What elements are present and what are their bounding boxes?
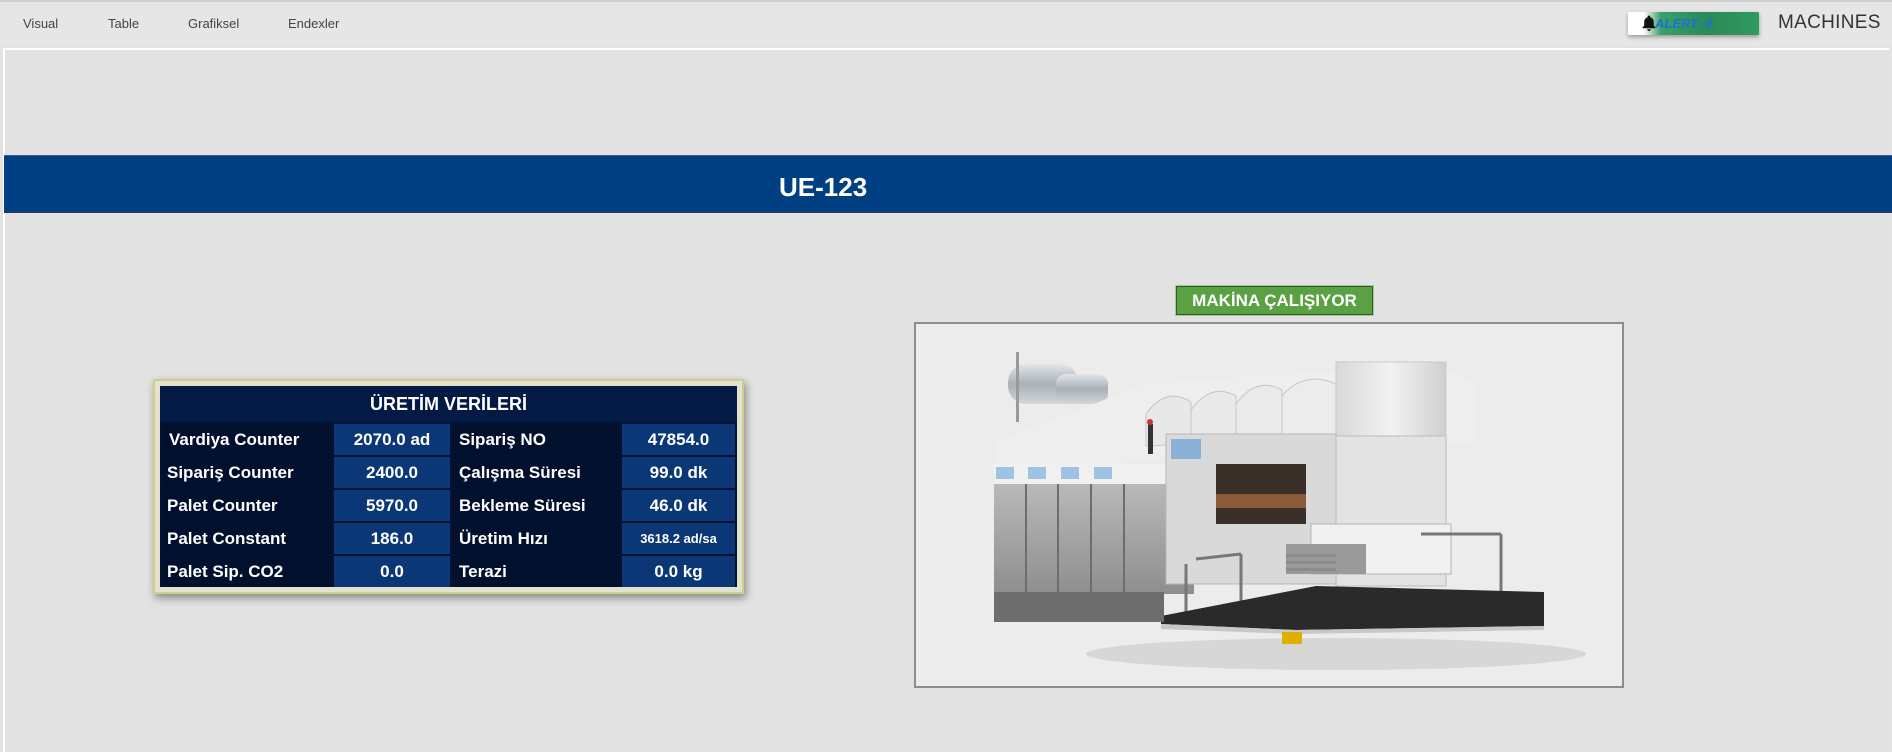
row-1-value-2: 47854.0 — [622, 424, 735, 455]
row-1-value-1: 2070.0 ad — [334, 424, 450, 455]
machine-title-band: UE-123 — [4, 155, 1892, 213]
row-3-value-1: 5970.0 — [334, 490, 450, 521]
row-2-label-2: Çalışma Süresi — [452, 457, 620, 488]
row-5-label-2: Terazi — [452, 556, 620, 587]
row-1-label-2: Sipariş NO — [452, 424, 620, 455]
top-navigation-bar: Visual Table Grafiksel Endexler ALERT: 0… — [0, 0, 1892, 45]
row-3-label-2: Bekleme Süresi — [452, 490, 620, 521]
row-4-label-2: Üretim Hızı — [452, 523, 620, 554]
nav-tab-endexler[interactable]: Endexler — [288, 16, 339, 31]
machine-status-badge: MAKİNA ÇALIŞIYOR — [1175, 285, 1374, 316]
row-5-value-1: 0.0 — [334, 556, 450, 587]
production-data-title: ÜRETİM VERİLERİ — [160, 386, 737, 422]
alert-count-text: ALERT: 0 — [1655, 16, 1713, 31]
row-3-value-2: 46.0 dk — [622, 490, 735, 521]
nav-tab-grafiksel[interactable]: Grafiksel — [188, 16, 239, 31]
row-1-label-1: Vardiya Counter — [162, 424, 332, 455]
row-2-value-1: 2400.0 — [334, 457, 450, 488]
row-4-value-2: 3618.2 ad/sa — [622, 523, 735, 554]
alert-indicator[interactable]: ALERT: 0 — [1628, 12, 1759, 35]
row-2-value-2: 99.0 dk — [622, 457, 735, 488]
production-data-panel: ÜRETİM VERİLERİ Vardiya Counter 2070.0 a… — [153, 379, 744, 594]
nav-tab-visual[interactable]: Visual — [23, 16, 58, 31]
row-5-value-2: 0.0 kg — [622, 556, 735, 587]
row-4-label-1: Palet Constant — [162, 523, 332, 554]
row-2-label-1: Sipariş Counter — [162, 457, 332, 488]
machine-title: UE-123 — [779, 172, 868, 202]
row-5-label-1: Palet Sip. CO2 — [162, 556, 332, 587]
machine-image-frame — [914, 322, 1624, 688]
nav-tab-table[interactable]: Table — [108, 16, 139, 31]
corrugated-machine-image — [994, 352, 1586, 670]
row-4-value-1: 186.0 — [334, 523, 450, 554]
machines-menu-button[interactable]: MACHINES — [1778, 12, 1881, 34]
production-data-table: ÜRETİM VERİLERİ Vardiya Counter 2070.0 a… — [160, 386, 737, 587]
row-3-label-1: Palet Counter — [162, 490, 332, 521]
